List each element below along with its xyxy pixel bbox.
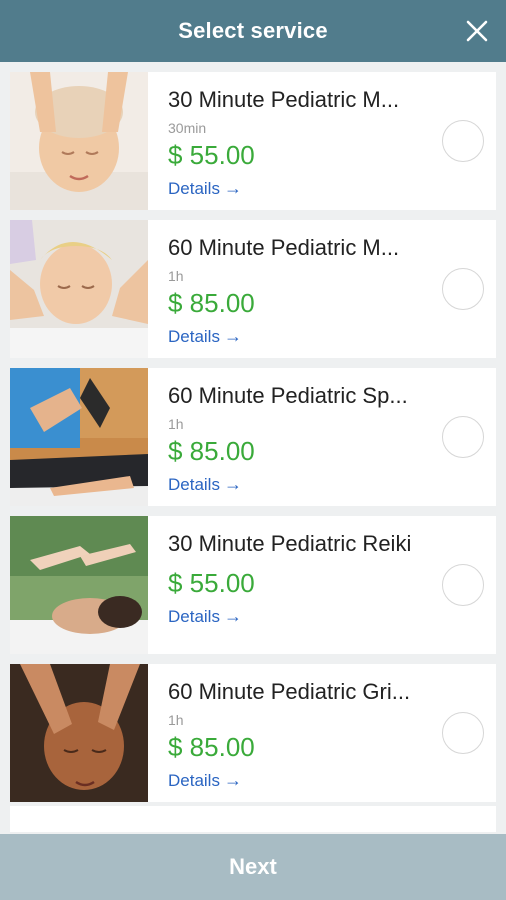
- service-card[interactable]: 60 Minute Pediatric Gri... 1h $ 85.00 De…: [10, 664, 496, 802]
- service-name: 30 Minute Pediatric M...: [168, 87, 400, 112]
- service-name: 60 Minute Pediatric M...: [168, 235, 400, 260]
- service-image: [10, 664, 148, 802]
- service-card[interactable]: 60 Minute Pediatric M... 1h $ 85.00 Deta…: [10, 220, 496, 358]
- arrow-right-icon: →: [223, 326, 242, 346]
- details-label: Details: [168, 606, 220, 626]
- details-label: Details: [168, 178, 220, 198]
- next-button[interactable]: Next: [0, 834, 506, 900]
- details-link[interactable]: Details →: [168, 474, 242, 495]
- close-icon: [466, 20, 488, 42]
- next-card-peek: [10, 806, 496, 832]
- select-radio[interactable]: [442, 416, 484, 458]
- service-image: [10, 72, 148, 210]
- service-card[interactable]: 30 Minute Pediatric M... 30min $ 55.00 D…: [10, 72, 496, 210]
- service-name: 60 Minute Pediatric Gri...: [168, 679, 411, 704]
- arrow-right-icon: →: [223, 606, 242, 626]
- service-name: 60 Minute Pediatric Sp...: [168, 383, 408, 408]
- details-link[interactable]: Details →: [168, 606, 242, 627]
- page-title: Select service: [178, 18, 328, 43]
- service-name: 30 Minute Pediatric Reiki: [168, 531, 412, 556]
- select-radio[interactable]: [442, 564, 484, 606]
- select-radio[interactable]: [442, 268, 484, 310]
- service-card[interactable]: 60 Minute Pediatric Sp... 1h $ 85.00 Det…: [10, 368, 496, 506]
- header: Select service: [0, 0, 506, 62]
- details-link[interactable]: Details →: [168, 326, 242, 347]
- select-radio[interactable]: [442, 712, 484, 754]
- arrow-right-icon: →: [223, 178, 242, 198]
- next-label: Next: [229, 854, 277, 879]
- details-label: Details: [168, 474, 220, 494]
- close-button[interactable]: [462, 16, 492, 46]
- details-label: Details: [168, 326, 220, 346]
- service-image: [10, 516, 148, 654]
- service-card[interactable]: 30 Minute Pediatric Reiki $ 55.00 Detail…: [10, 516, 496, 654]
- details-link[interactable]: Details →: [168, 770, 242, 791]
- arrow-right-icon: →: [223, 474, 242, 494]
- list-edge: [0, 806, 506, 834]
- select-radio[interactable]: [442, 120, 484, 162]
- service-list: 30 Minute Pediatric M... 30min $ 55.00 D…: [0, 62, 506, 834]
- arrow-right-icon: →: [223, 770, 242, 790]
- service-image: [10, 368, 148, 506]
- details-label: Details: [168, 770, 220, 790]
- service-image: [10, 220, 148, 358]
- details-link[interactable]: Details →: [168, 178, 242, 199]
